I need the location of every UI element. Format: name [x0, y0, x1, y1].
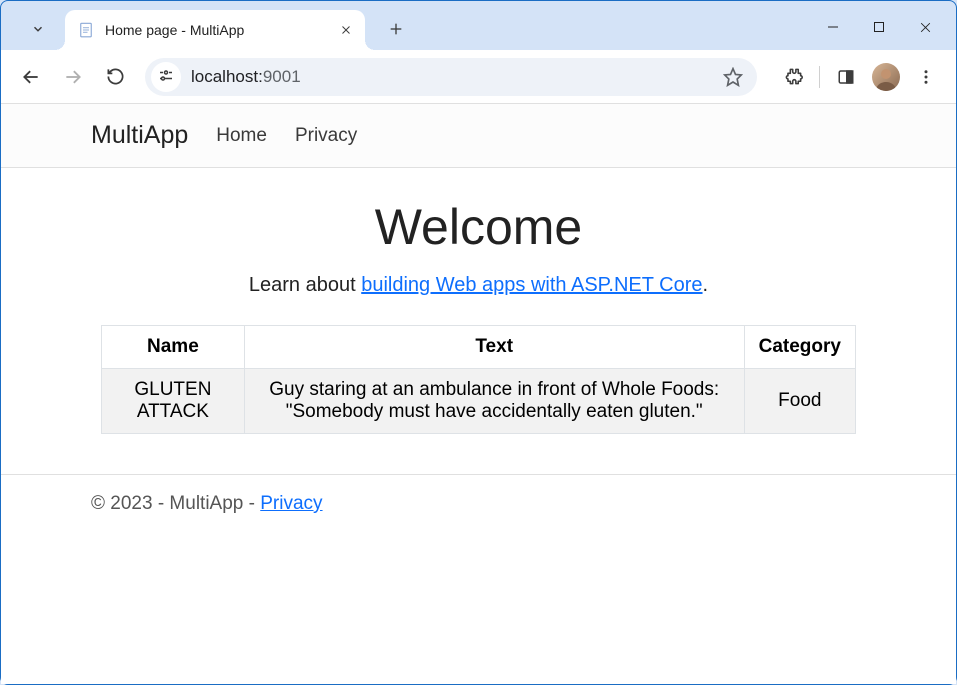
browser-toolbar: localhost:9001: [1, 50, 956, 104]
forward-button[interactable]: [55, 59, 91, 95]
table-row: GLUTEN ATTACK Guy staring at an ambulanc…: [102, 369, 856, 434]
footer-text: © 2023 - MultiApp -: [91, 493, 260, 514]
new-tab-button[interactable]: [379, 12, 413, 46]
chrome-menu-button[interactable]: [908, 59, 944, 95]
window-maximize-button[interactable]: [856, 10, 902, 44]
cell-text: Guy staring at an ambulance in front of …: [244, 369, 744, 434]
col-text: Text: [244, 326, 744, 369]
lead-link[interactable]: building Web apps with ASP.NET Core: [361, 274, 702, 296]
address-bar[interactable]: localhost:9001: [145, 58, 757, 96]
nav-link-home[interactable]: Home: [216, 125, 267, 147]
url-text: localhost:9001: [191, 67, 719, 87]
cell-category: Food: [744, 369, 855, 434]
sidepanel-button[interactable]: [828, 59, 864, 95]
back-button[interactable]: [13, 59, 49, 95]
browser-tab-active[interactable]: Home page - MultiApp: [65, 10, 365, 50]
tab-favicon-icon: [77, 21, 95, 39]
tab-close-button[interactable]: [337, 21, 355, 39]
profile-avatar[interactable]: [868, 59, 904, 95]
main-content: Welcome Learn about building Web apps wi…: [1, 168, 956, 474]
lead-suffix: .: [703, 274, 709, 296]
brand-title[interactable]: MultiApp: [91, 121, 188, 150]
page-viewport: MultiApp Home Privacy Welcome Learn abou…: [1, 104, 956, 684]
extensions-button[interactable]: [775, 59, 811, 95]
bookmark-star-icon[interactable]: [719, 67, 747, 87]
window-close-button[interactable]: [902, 10, 948, 44]
toolbar-divider: [819, 66, 820, 88]
col-name: Name: [102, 326, 245, 369]
lead-text: Learn about building Web apps with ASP.N…: [101, 274, 856, 297]
site-navbar: MultiApp Home Privacy: [1, 104, 956, 168]
reload-button[interactable]: [97, 59, 133, 95]
table-header-row: Name Text Category: [102, 326, 856, 369]
tab-search-dropdown[interactable]: [21, 12, 55, 46]
window-minimize-button[interactable]: [810, 10, 856, 44]
browser-titlebar: Home page - MultiApp: [1, 1, 956, 50]
cell-name: GLUTEN ATTACK: [102, 369, 245, 434]
lead-prefix: Learn about: [249, 274, 361, 296]
nav-link-privacy[interactable]: Privacy: [295, 125, 357, 147]
data-table: Name Text Category GLUTEN ATTACK Guy sta…: [101, 325, 856, 434]
col-category: Category: [744, 326, 855, 369]
page-title: Welcome: [101, 198, 856, 256]
window-controls: [810, 10, 948, 44]
site-info-button[interactable]: [151, 62, 181, 92]
tab-title: Home page - MultiApp: [105, 22, 331, 38]
footer: © 2023 - MultiApp - Privacy: [1, 474, 956, 533]
footer-privacy-link[interactable]: Privacy: [260, 493, 322, 514]
